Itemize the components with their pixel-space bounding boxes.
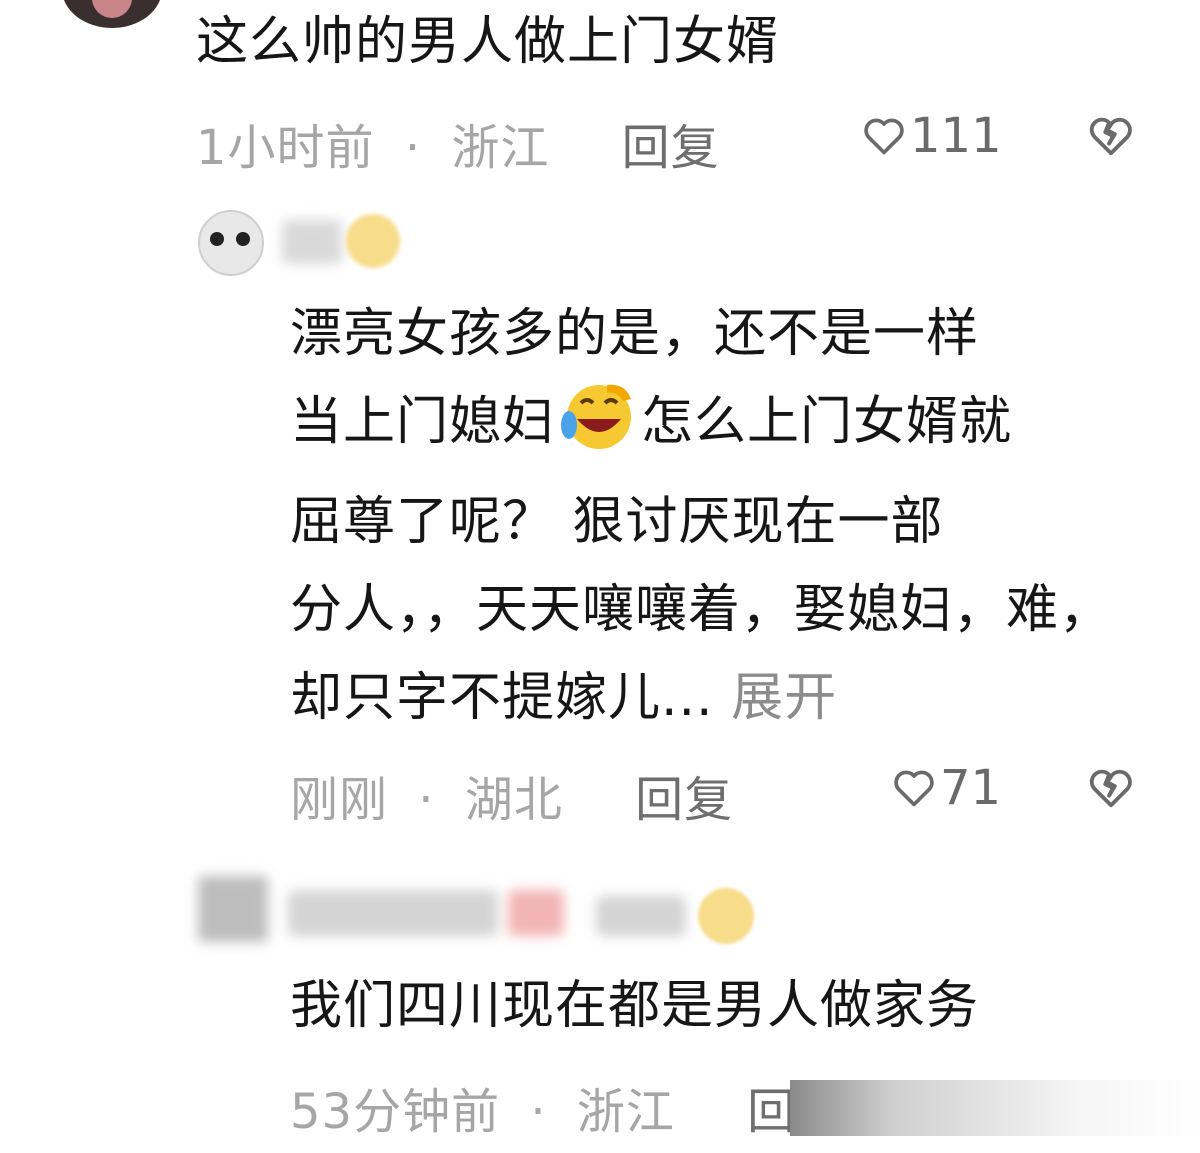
like-button[interactable]: 71 — [892, 760, 1001, 816]
comment-text: 这么帅的男人做上门女婿 — [196, 12, 780, 72]
separator: · — [530, 1084, 547, 1140]
dislike-button[interactable] — [1088, 114, 1134, 158]
comment-time: 53分钟前 — [290, 1084, 501, 1140]
avatar[interactable] — [198, 210, 264, 276]
comment-line: 分人，，天天嚷嚷着，娶媳妇，难， — [290, 580, 1113, 640]
comment-meta: 刚刚 · 湖北 回复 — [290, 760, 733, 830]
reply-button[interactable]: 回 — [747, 1084, 796, 1140]
username[interactable] — [282, 220, 342, 264]
expand-button[interactable]: 展开 — [731, 668, 837, 728]
reply-button[interactable]: 回复 — [635, 772, 733, 828]
like-count: 111 — [910, 108, 1002, 164]
reply-button[interactable]: 回复 — [622, 120, 720, 176]
broken-heart-icon — [1088, 766, 1134, 810]
broken-heart-icon — [1088, 114, 1134, 158]
comment-meta: 53分钟前 · 浙江 回 — [290, 1072, 796, 1142]
dislike-button[interactable] — [1088, 766, 1134, 810]
separator: · — [418, 772, 435, 828]
heart-badge-icon — [508, 890, 564, 936]
comment-line: 漂亮女孩多的是，还不是一样 — [290, 304, 980, 364]
comment-meta: 1小时前 · 浙江 回复 — [196, 108, 720, 178]
comment-location: 湖北 — [464, 772, 563, 828]
separator: · — [404, 120, 422, 176]
comment-location: 浙江 — [576, 1084, 675, 1140]
avatar[interactable] — [198, 876, 268, 942]
comment-text: 我们四川现在都是男人做家务 — [290, 976, 980, 1036]
comment-line: 屈尊了呢？ 狠讨厌现在一部 — [290, 492, 944, 552]
comment-line: 却只字不提嫁儿... 展开 — [290, 668, 838, 728]
comment-time: 刚刚 — [290, 772, 389, 828]
fade-overlay — [790, 1080, 1200, 1136]
smirk-emoji — [346, 214, 400, 268]
smirk-emoji — [698, 888, 754, 944]
username[interactable] — [288, 890, 498, 936]
rolling-laugh-emoji — [555, 379, 641, 478]
like-count: 71 — [940, 760, 1002, 816]
heart-outline-icon — [892, 767, 936, 809]
heart-outline-icon — [862, 115, 906, 157]
username-suffix — [596, 896, 686, 936]
comment-line: 当上门媳妇 怎么上门女婿就 — [290, 378, 1112, 478]
like-button[interactable]: 111 — [862, 108, 1002, 164]
comment-text: 漂亮女孩多的是，还不是一样 当上门媳妇 怎么上门女婿就 屈尊了呢？ 狠讨厌现在一部… — [290, 290, 1112, 742]
comment-location: 浙江 — [451, 120, 550, 176]
avatar[interactable] — [62, 0, 162, 28]
comment-time: 1小时前 — [196, 120, 375, 176]
